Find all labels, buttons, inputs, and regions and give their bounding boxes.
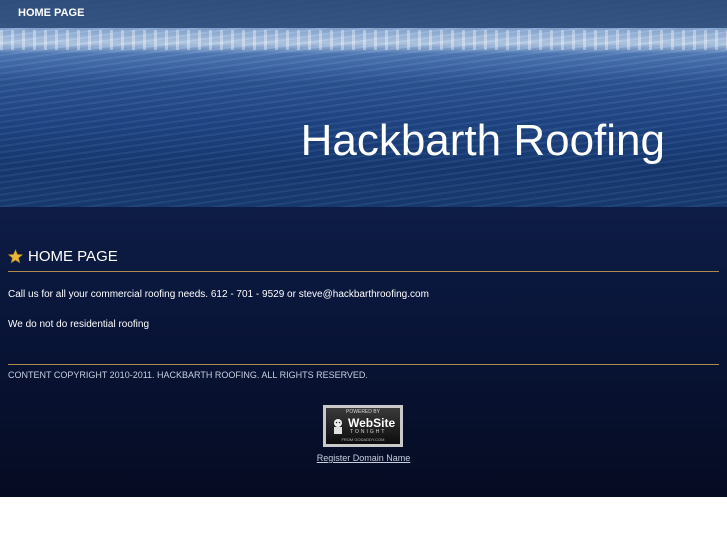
section-divider	[8, 271, 719, 272]
badge-from: FROM GODADDY.COM	[341, 437, 385, 442]
residential-note: We do not do residential roofing	[8, 319, 150, 330]
footer-divider	[8, 364, 719, 365]
main-content: HOME PAGE Call us for all your commercia…	[0, 207, 727, 497]
badge-subtitle: TONIGHT	[350, 429, 387, 435]
header-banner: Hackbarth Roofing	[0, 0, 727, 207]
nav-item-home-page[interactable]: HOME PAGE	[18, 7, 84, 19]
site-title: Hackbarth Roofing	[300, 116, 665, 165]
mascot-icon	[334, 419, 342, 434]
section-title: HOME PAGE	[28, 248, 118, 265]
badge-title: WebSite	[348, 416, 396, 430]
register-domain-link[interactable]: Register Domain Name	[0, 453, 727, 463]
badge-face: POWERED BY WebSite TONIGHT FROM GODADDY.…	[326, 408, 400, 444]
website-tonight-badge[interactable]: POWERED BY WebSite TONIGHT FROM GODADDY.…	[323, 405, 403, 447]
top-navbar: HOME PAGE	[0, 0, 727, 28]
copyright-text: CONTENT COPYRIGHT 2010-2011. HACKBARTH R…	[8, 370, 368, 380]
star-icon	[8, 249, 23, 264]
contact-paragraph: Call us for all your commercial roofing …	[8, 289, 429, 300]
badge-powered-by: POWERED BY	[346, 409, 380, 415]
